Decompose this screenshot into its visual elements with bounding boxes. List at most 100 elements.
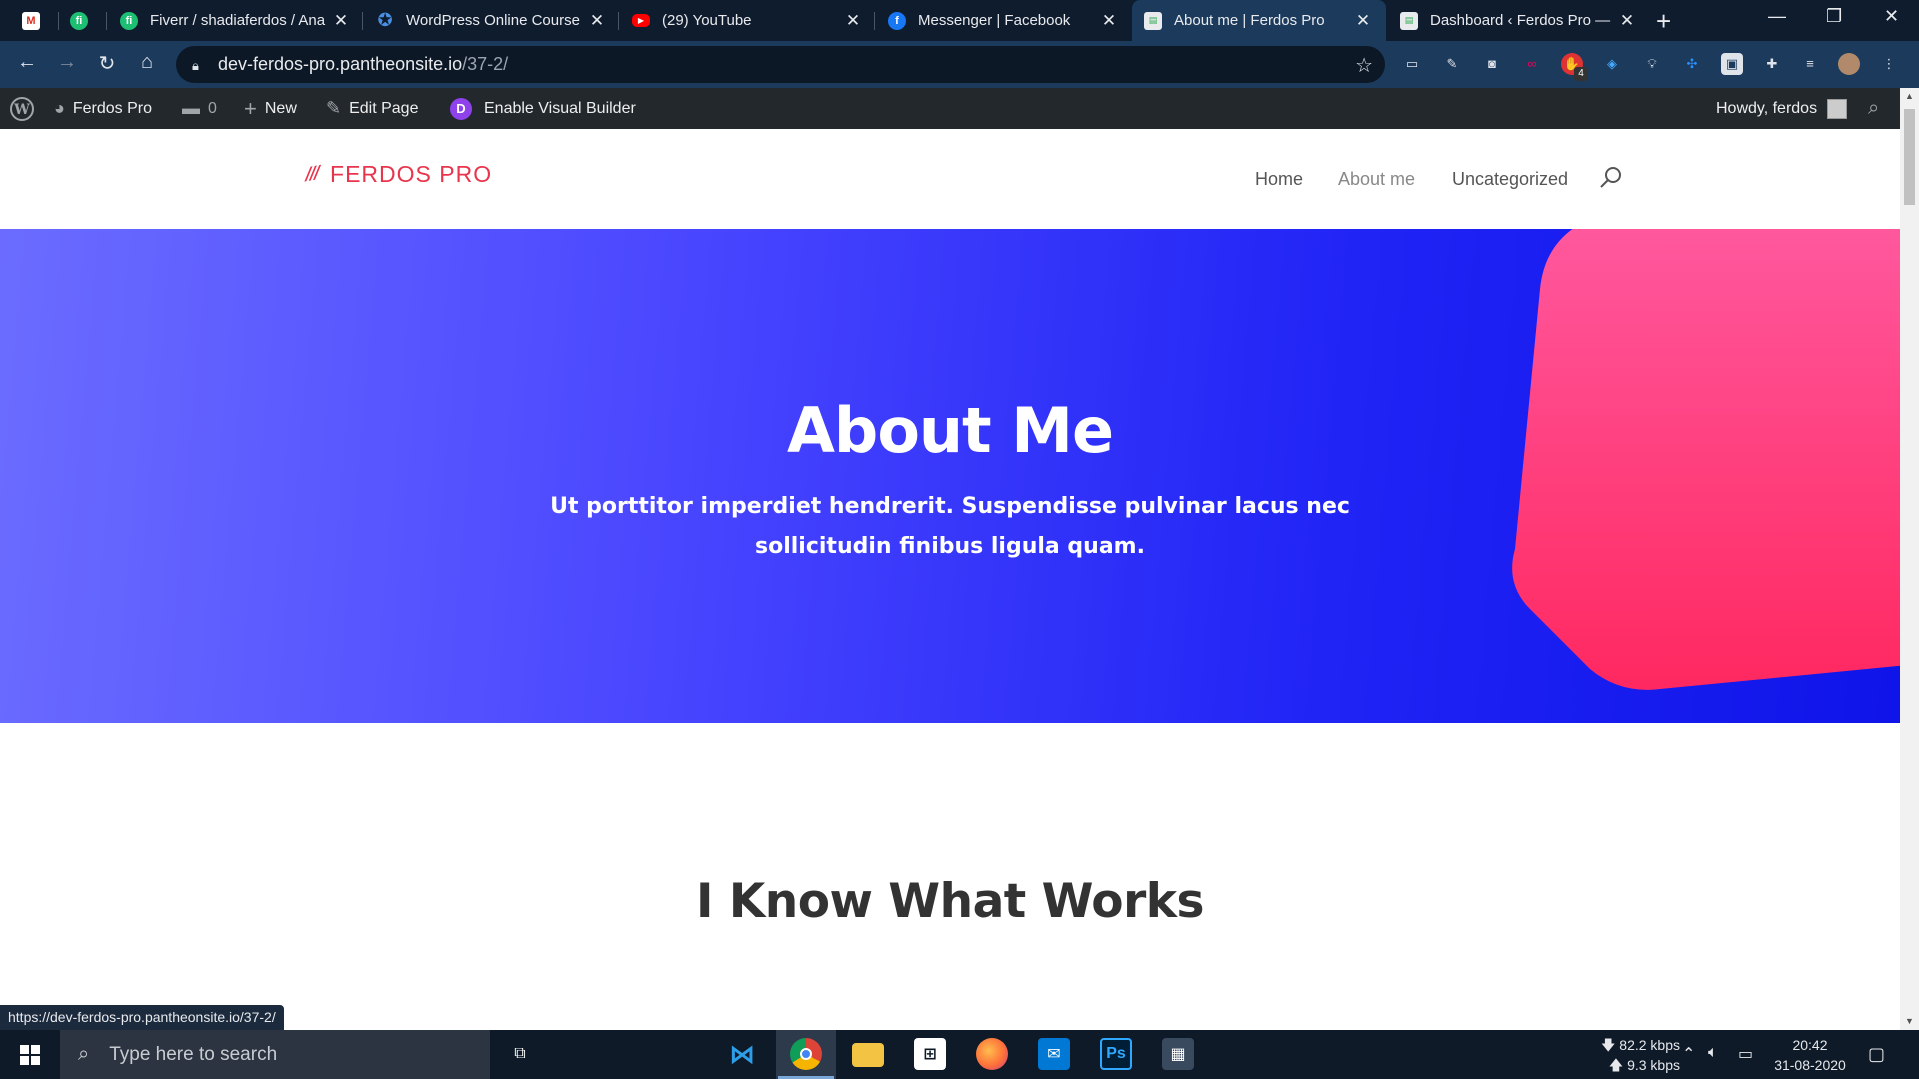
network-icon[interactable]: ▭ <box>1738 1044 1753 1064</box>
search-icon: ⌕ <box>78 1043 90 1065</box>
logo-text: FERDOS PRO <box>330 161 493 187</box>
system-clock[interactable]: 20:42 31-08-2020 <box>1760 1035 1860 1075</box>
tab-gmail[interactable]: M <box>22 0 50 41</box>
site-header: ⁄⁄⁄ FERDOS PRO Home About me Uncategoriz… <box>0 129 1900 229</box>
minimize-button[interactable]: — <box>1768 6 1786 27</box>
plus-icon: + <box>244 95 257 121</box>
firefox-icon[interactable] <box>976 1038 1008 1070</box>
close-icon[interactable]: ✕ <box>842 11 864 31</box>
visual-builder-label: Enable Visual Builder <box>484 99 636 117</box>
start-button[interactable] <box>0 1030 60 1079</box>
nav-uncategorized[interactable]: Uncategorized <box>1452 169 1568 190</box>
page-scrollbar[interactable]: ▲ ▼ <box>1900 88 1919 1030</box>
admin-search-button[interactable]: ⌕ <box>1868 88 1879 129</box>
account-menu[interactable]: Howdy, ferdos <box>1716 88 1848 129</box>
site-name-menu[interactable]: ◕ Ferdos Pro <box>54 88 152 129</box>
tab-messenger[interactable]: f Messenger | Facebook ✕ <box>888 0 1120 41</box>
tab-title: Messenger | Facebook <box>918 12 1071 29</box>
edit-page-link[interactable]: ✎ Edit Page <box>326 88 418 129</box>
cast-icon[interactable]: ▭ <box>1401 53 1423 75</box>
tab-separator <box>362 12 363 30</box>
tab-title: Dashboard ‹ Ferdos Pro — <box>1430 12 1611 29</box>
course-icon: ✪ <box>377 10 393 30</box>
address-bar[interactable]: 🔒︎ dev-ferdos-pro.pantheonsite.io/37-2/ … <box>176 46 1385 83</box>
scrollbar-thumb[interactable] <box>1904 109 1915 205</box>
dropbox-extension-icon[interactable]: ✣ <box>1681 53 1703 75</box>
tab-title: WordPress Online Course <box>406 12 580 29</box>
calculator-icon[interactable]: ▦ <box>1162 1038 1194 1070</box>
windows-taskbar: ⌕ Type here to search ⧉ ⋈ ⊞ ✉ Ps ▦ 🡇︎ 82… <box>0 1030 1919 1079</box>
bulb-extension-icon[interactable]: 💡︎ <box>1641 53 1663 75</box>
gmail-icon: M <box>22 11 40 30</box>
puzzle-extensions-icon[interactable]: ✚ <box>1761 53 1783 75</box>
dashboard-icon: ◕ <box>54 98 65 118</box>
tab-youtube[interactable]: ▶ (29) YouTube ✕ <box>632 0 864 41</box>
close-window-button[interactable]: ✕ <box>1884 6 1899 27</box>
new-label: New <box>264 99 297 117</box>
windows-logo-icon <box>20 1044 40 1065</box>
close-icon[interactable]: ✕ <box>586 11 608 31</box>
comments-count: 0 <box>208 99 217 117</box>
new-tab-button[interactable]: + <box>1656 6 1671 37</box>
action-center-icon[interactable]: ▢ <box>1868 1044 1885 1065</box>
avatar <box>1827 98 1848 119</box>
url-text: dev-ferdos-pro.pantheonsite.io/37-2/ <box>218 54 508 75</box>
media-control-icon[interactable]: ≡ <box>1799 53 1821 75</box>
restore-button[interactable]: ❐ <box>1826 6 1842 27</box>
page-icon: ▤ <box>1144 11 1162 30</box>
comments-menu[interactable]: ▬ 0 <box>182 88 217 129</box>
tab-separator <box>106 12 107 30</box>
download-arrow-icon: 🡇︎ <box>1600 1037 1620 1053</box>
search-icon[interactable] <box>1598 165 1624 191</box>
taskbar-search-box[interactable]: ⌕ Type here to search <box>60 1030 490 1079</box>
screenshot-extension-icon[interactable]: ◈ <box>1601 53 1623 75</box>
nav-about-me[interactable]: About me <box>1338 169 1415 190</box>
bookmark-star-icon[interactable]: ☆ <box>1355 53 1373 78</box>
show-hidden-icons-button[interactable]: ⌃ <box>1682 1044 1695 1064</box>
upload-speed: 9.3 kbps <box>1627 1057 1680 1073</box>
wordpress-logo-menu[interactable]: W <box>10 88 34 129</box>
note-extension-icon[interactable]: ▣ <box>1721 53 1743 75</box>
glasses-extension-icon[interactable]: ∞ <box>1521 53 1543 75</box>
close-icon[interactable]: ✕ <box>1098 11 1120 31</box>
scroll-up-arrow[interactable]: ▲ <box>1900 91 1919 101</box>
forward-button[interactable]: → <box>52 51 82 74</box>
reload-button[interactable]: ↻ <box>92 51 122 76</box>
tab-title: Fiverr / shadiaferdos / Ana <box>150 12 326 29</box>
logo-mark-icon: ⁄⁄⁄ <box>305 162 322 186</box>
url-host: dev-ferdos-pro.pantheonsite.io <box>218 54 463 74</box>
pen-extension-icon[interactable]: ✎ <box>1441 53 1463 75</box>
hero-subtitle: Ut porttitor imperdiet hendrerit. Suspen… <box>550 494 1350 559</box>
network-speed-meter: 🡇︎ 82.2 kbps 🡅︎ 9.3 kbps <box>1600 1035 1680 1075</box>
tab-fiverr[interactable]: fi Fiverr / shadiaferdos / Ana ✕ <box>120 0 352 41</box>
vscode-icon[interactable]: ⋈ <box>726 1038 758 1070</box>
task-view-icon[interactable]: ⧉ <box>504 1038 536 1070</box>
photoshop-icon[interactable]: Ps <box>1100 1038 1132 1070</box>
camera-extension-icon[interactable]: ◙ <box>1481 53 1503 75</box>
fiverr-icon: fi <box>120 11 138 30</box>
tab-dashboard[interactable]: ▤ Dashboard ‹ Ferdos Pro — ✕ <box>1400 0 1638 41</box>
back-button[interactable]: ← <box>12 51 42 74</box>
browser-menu-icon[interactable]: ⋮ <box>1878 53 1900 75</box>
file-explorer-icon[interactable] <box>852 1043 884 1067</box>
hero-title: About Me <box>786 394 1114 467</box>
store-icon[interactable]: ⊞ <box>914 1038 946 1070</box>
facebook-icon: f <box>888 11 906 30</box>
decorative-blob <box>1512 229 1900 690</box>
close-icon[interactable]: ✕ <box>1616 11 1638 31</box>
tab-wordpress-course[interactable]: ✪ WordPress Online Course ✕ <box>376 0 608 41</box>
mail-icon[interactable]: ✉ <box>1038 1038 1070 1070</box>
home-button[interactable]: ⌂ <box>132 51 162 74</box>
new-content-menu[interactable]: + New <box>244 88 297 129</box>
tab-fiverr-pinned[interactable]: fi <box>70 0 98 41</box>
visual-builder-link[interactable]: D Enable Visual Builder <box>450 88 636 129</box>
scroll-down-arrow[interactable]: ▼ <box>1900 1016 1919 1026</box>
chrome-icon[interactable] <box>790 1038 822 1070</box>
nav-home[interactable]: Home <box>1255 169 1303 190</box>
tab-about-me-active[interactable]: ▤ About me | Ferdos Pro ✕ <box>1132 0 1386 41</box>
volume-icon[interactable]: 🔈︎ <box>1708 1044 1718 1062</box>
site-logo[interactable]: ⁄⁄⁄ FERDOS PRO <box>305 161 493 188</box>
profile-avatar[interactable] <box>1838 53 1860 75</box>
close-icon[interactable]: ✕ <box>1352 11 1374 31</box>
close-icon[interactable]: ✕ <box>330 11 352 31</box>
